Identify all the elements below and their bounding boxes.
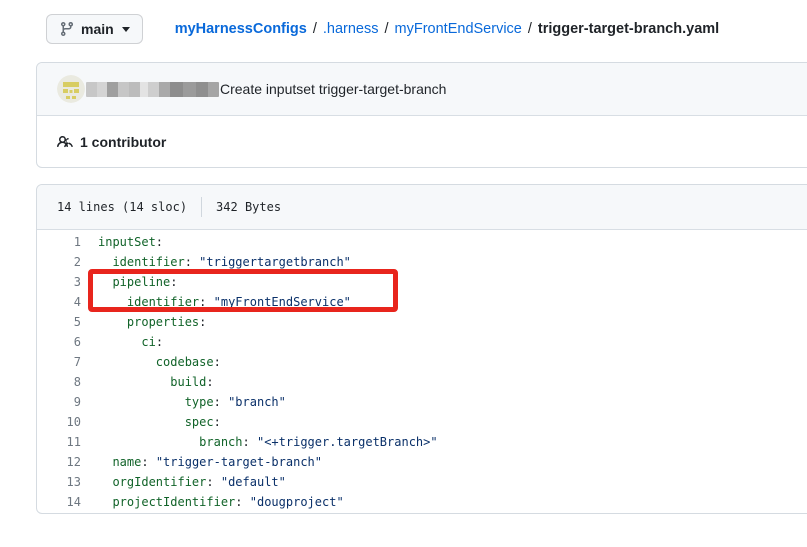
code-line-content: type: "branch" (98, 395, 286, 409)
code-line-content: branch: "<+trigger.targetBranch>" (98, 435, 438, 449)
code-line-content: properties: (98, 315, 206, 329)
code-line: 8 build: (37, 372, 807, 392)
line-number[interactable]: 12 (37, 452, 81, 472)
breadcrumb-current-file: trigger-target-branch.yaml (538, 21, 719, 37)
line-number[interactable]: 13 (37, 472, 81, 492)
people-icon (57, 134, 73, 150)
contributors-row: 1 contributor (37, 116, 807, 167)
file-lines-info: 14 lines (14 sloc) (57, 200, 187, 214)
code-line: 11 branch: "<+trigger.targetBranch>" (37, 432, 807, 452)
code-line-content: projectIdentifier: "dougproject" (98, 495, 344, 509)
breadcrumb: myHarnessConfigs / .harness / myFrontEnd… (175, 21, 720, 37)
chevron-down-icon (122, 27, 130, 32)
line-number[interactable]: 1 (37, 232, 81, 252)
branch-name: main (81, 21, 114, 37)
line-number[interactable]: 6 (37, 332, 81, 352)
line-number[interactable]: 14 (37, 492, 81, 512)
code-line: 4 identifier: "myFrontEndService" (37, 292, 807, 312)
code-line-content: inputSet: (98, 235, 163, 249)
line-number[interactable]: 9 (37, 392, 81, 412)
breadcrumb-separator: / (385, 21, 389, 37)
code-line: 9 type: "branch" (37, 392, 807, 412)
code-line-content: orgIdentifier: "default" (98, 475, 286, 489)
code-line-content: codebase: (98, 355, 221, 369)
commit-author-redacted[interactable] (86, 82, 219, 97)
code-line: 7 codebase: (37, 352, 807, 372)
line-number[interactable]: 11 (37, 432, 81, 452)
code-line-content: name: "trigger-target-branch" (98, 455, 322, 469)
code-line: 3 pipeline: (37, 272, 807, 292)
line-number[interactable]: 5 (37, 312, 81, 332)
breadcrumb-folder-link[interactable]: .harness (323, 21, 379, 37)
line-number[interactable]: 10 (37, 412, 81, 432)
meta-divider (201, 197, 202, 217)
code-line-content: build: (98, 375, 214, 389)
breadcrumb-folder-link[interactable]: myFrontEndService (395, 21, 522, 37)
latest-commit-header: Create inputset trigger-target-branch (37, 63, 807, 116)
code-lines: 1 inputSet: 2 identifier: "triggertargetbr… (37, 232, 807, 512)
commit-message[interactable]: Create inputset trigger-target-branch (220, 81, 446, 97)
code-line-content: identifier: "myFrontEndService" (98, 295, 351, 309)
line-number[interactable]: 4 (37, 292, 81, 312)
code-line: 10 spec: (37, 412, 807, 432)
line-number[interactable]: 2 (37, 252, 81, 272)
commit-box: Create inputset trigger-target-branch 1 … (36, 62, 807, 168)
code-line-content: pipeline: (98, 275, 177, 289)
code-line: 12 name: "trigger-target-branch" (37, 452, 807, 472)
code-line-content: identifier: "triggertargetbranch" (98, 255, 351, 269)
code-area: 1 inputSet: 2 identifier: "triggertargetbr… (37, 230, 807, 513)
branch-selector-button[interactable]: main (46, 14, 143, 44)
git-branch-icon (59, 21, 75, 37)
line-number[interactable]: 8 (37, 372, 81, 392)
breadcrumb-separator: / (313, 21, 317, 37)
code-line: 13 orgIdentifier: "default" (37, 472, 807, 492)
breadcrumb-repo-link[interactable]: myHarnessConfigs (175, 21, 307, 37)
avatar[interactable] (57, 75, 85, 103)
code-line: 2 identifier: "triggertargetbranch" (37, 252, 807, 272)
line-number[interactable]: 7 (37, 352, 81, 372)
page: main myHarnessConfigs / .harness / myFro… (0, 14, 807, 547)
contributors-count[interactable]: 1 contributor (80, 134, 166, 150)
code-line: 6 ci: (37, 332, 807, 352)
file-meta-header: 14 lines (14 sloc) 342 Bytes (37, 185, 807, 230)
code-line: 14 projectIdentifier: "dougproject" (37, 492, 807, 512)
breadcrumb-separator: / (528, 21, 532, 37)
code-line: 5 properties: (37, 312, 807, 332)
file-content-box: 14 lines (14 sloc) 342 Bytes 1 inputSet: 2… (36, 184, 807, 514)
code-line-content: ci: (98, 335, 163, 349)
code-line: 1 inputSet: (37, 232, 807, 252)
line-number[interactable]: 3 (37, 272, 81, 292)
file-size: 342 Bytes (216, 200, 281, 214)
code-line-content: spec: (98, 415, 221, 429)
file-navigation-bar: main myHarnessConfigs / .harness / myFro… (46, 14, 807, 44)
